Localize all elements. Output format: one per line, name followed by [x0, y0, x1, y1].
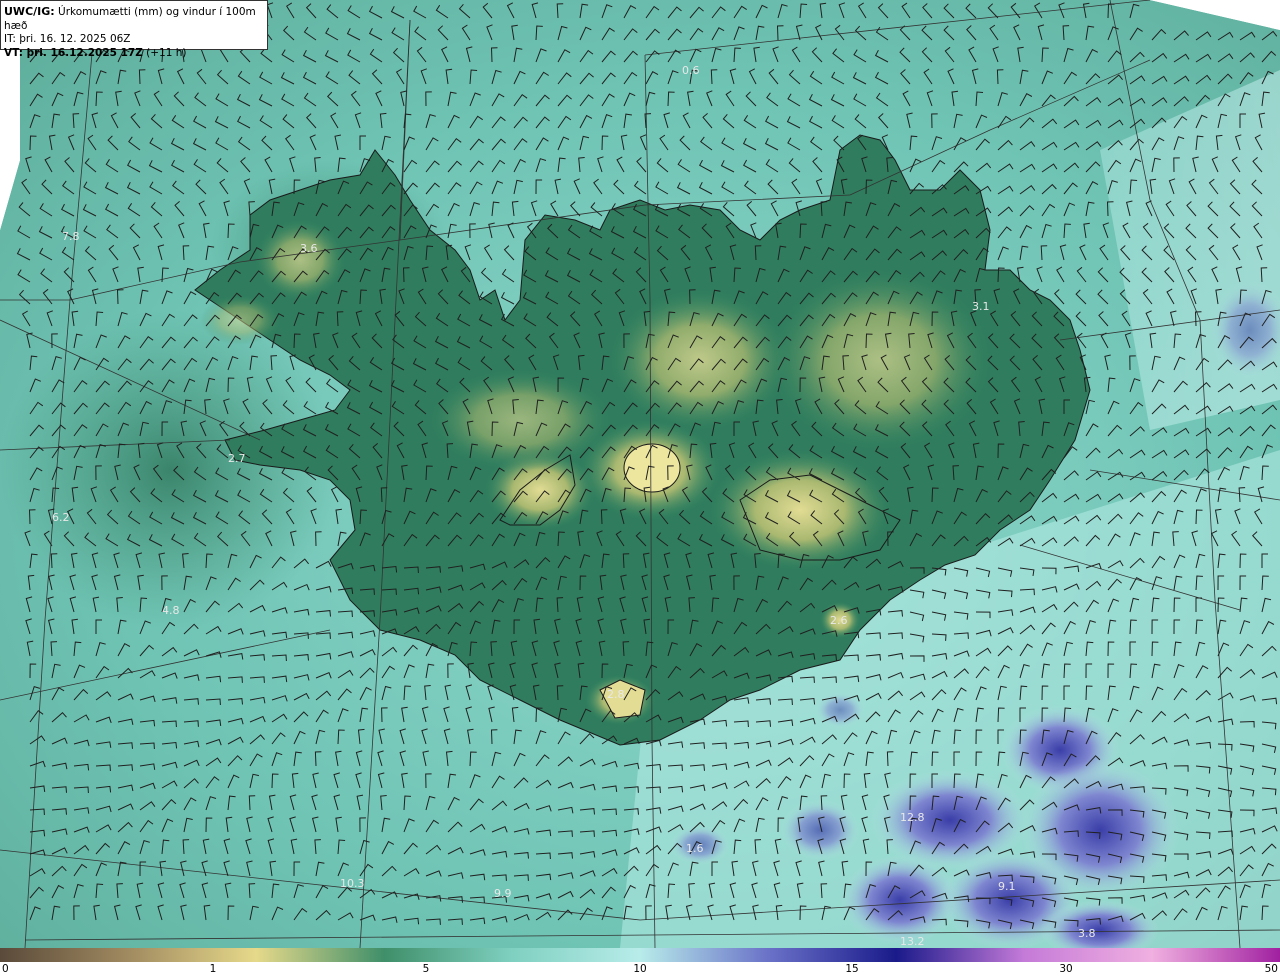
colorbar-tick: 30: [1059, 963, 1073, 975]
colorbar-tick: 50: [1264, 963, 1278, 975]
colorbar-tick: 15: [845, 963, 859, 975]
colorbar-strip: [0, 948, 1280, 962]
value-label: 6.2: [52, 511, 70, 524]
value-label: 2.7: [228, 452, 246, 465]
value-label: 2.6: [830, 614, 848, 627]
valid-time: VT: þri. 16.12.2025 17Z: [4, 46, 143, 59]
value-label: 3.1: [972, 300, 990, 313]
model-label: UWC/IG:: [4, 5, 55, 18]
precipitation-map: 3.6 7.8 6.2 4.8 2.7 0.6 3.1 2.6 2.8 10.3 9.9 12.8 13…: [0, 0, 1280, 960]
map-header: UWC/IG: Úrkomumætti (mm) og vindur í 100…: [0, 0, 268, 59]
init-time: IT: þri. 16. 12. 2025 06Z: [4, 33, 131, 45]
forecast-hour: (+11 h): [142, 46, 187, 59]
colorbar: 0 1 5 10 15 30 50: [0, 948, 1280, 978]
value-label: 9.9: [494, 887, 512, 900]
value-label: 7.8: [62, 230, 80, 243]
value-label: 10.3: [340, 877, 365, 890]
value-label: 3.8: [1078, 927, 1096, 940]
value-label: 0.6: [682, 64, 700, 77]
value-label: 3.6: [300, 242, 318, 255]
colorbar-tick: 10: [633, 963, 647, 975]
value-label: 4.8: [162, 604, 180, 617]
value-label: 12.8: [900, 811, 925, 824]
value-label: 9.1: [998, 880, 1016, 893]
colorbar-tick: 1: [209, 963, 217, 975]
value-label: 2.8: [607, 688, 625, 701]
colorbar-tick: 5: [422, 963, 430, 975]
value-label: 1.6: [686, 842, 704, 855]
colorbar-tick: 0: [2, 963, 9, 975]
value-label: 13.2: [900, 935, 925, 948]
